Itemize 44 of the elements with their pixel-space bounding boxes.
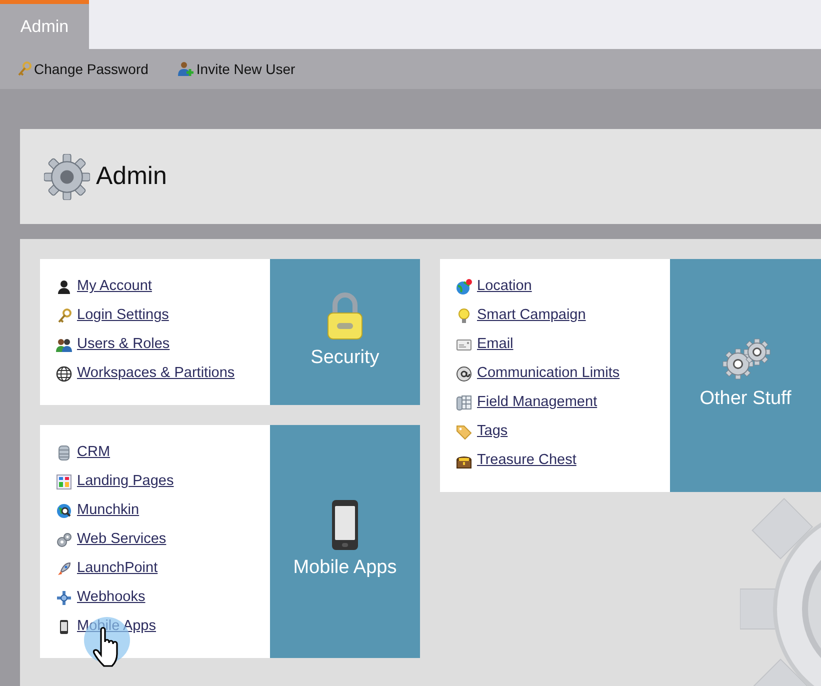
- globe-icon: [56, 366, 72, 382]
- globe-icon: [456, 279, 472, 295]
- admin-link[interactable]: CRM: [77, 442, 110, 464]
- admin-link[interactable]: Tags: [477, 421, 508, 443]
- admin-link[interactable]: Communication Limits: [477, 363, 620, 385]
- admin-link[interactable]: Munchkin: [77, 500, 140, 522]
- key-icon: [16, 61, 32, 77]
- admin-link[interactable]: LaunchPoint: [77, 558, 158, 580]
- at-sign-icon: [456, 366, 472, 382]
- admin-link[interactable]: Webhooks: [77, 587, 146, 609]
- padlock-icon: [326, 292, 364, 340]
- people-icon: [56, 337, 72, 353]
- gears-icon: [720, 337, 772, 382]
- admin-link[interactable]: Location: [477, 276, 532, 298]
- tile-title: Security: [310, 346, 380, 370]
- admin-link[interactable]: Smart Campaign: [477, 305, 586, 327]
- admin-link[interactable]: Field Management: [477, 392, 598, 414]
- admin-link[interactable]: Treasure Chest: [477, 450, 576, 472]
- gear-icon: [44, 154, 90, 200]
- page-layout-icon: [56, 474, 72, 490]
- table-icon: [456, 395, 472, 411]
- gears-icon: [56, 532, 72, 548]
- key-icon: [56, 308, 72, 324]
- globe-magnifier-icon: [56, 503, 72, 519]
- tile-title: Other Stuff: [700, 387, 792, 412]
- user-add-icon: [178, 61, 194, 77]
- admin-link[interactable]: Users & Roles: [77, 334, 170, 356]
- smartphone-icon: [332, 500, 358, 550]
- admin-link[interactable]: Web Services: [77, 529, 166, 551]
- toolbar-button[interactable]: Invite New User: [178, 58, 296, 80]
- envelope-icon: [456, 337, 472, 353]
- admin-link[interactable]: My Account: [77, 276, 152, 298]
- admin-link[interactable]: Landing Pages: [77, 471, 174, 493]
- tag-icon: [456, 424, 472, 440]
- admin-link[interactable]: Workspaces & Partitions: [77, 363, 235, 385]
- admin-link[interactable]: Login Settings: [77, 305, 169, 327]
- database-icon: [56, 445, 72, 461]
- rocket-icon: [56, 561, 72, 577]
- light-bulb-icon: [456, 308, 472, 324]
- person-icon: [56, 279, 72, 295]
- page-title: Admin: [96, 160, 167, 192]
- tile-title: Mobile Apps: [293, 556, 397, 580]
- admin-link[interactable]: Email: [477, 334, 514, 356]
- toolbar-button[interactable]: Change Password: [16, 58, 148, 80]
